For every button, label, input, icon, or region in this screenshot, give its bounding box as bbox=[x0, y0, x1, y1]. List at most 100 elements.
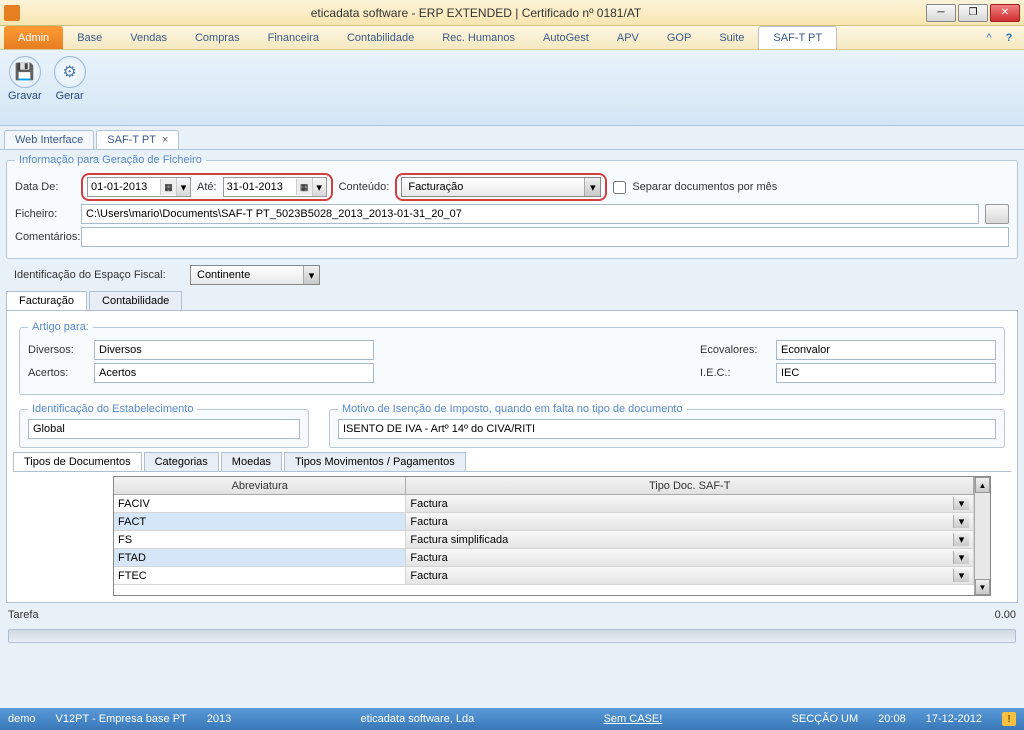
close-tab-icon[interactable]: × bbox=[162, 134, 168, 146]
grid-scrollbar[interactable]: ▲ ▼ bbox=[974, 477, 990, 595]
gear-icon: ⚙ bbox=[54, 56, 86, 88]
cell-tiposaft[interactable]: Factura▾ bbox=[406, 495, 974, 512]
table-row[interactable]: FSFactura simplificada▾ bbox=[114, 531, 974, 549]
save-icon: 💾 bbox=[9, 56, 41, 88]
ate-label: Até: bbox=[197, 181, 217, 193]
cell-tiposaft[interactable]: Factura▾ bbox=[406, 513, 974, 530]
scroll-up-icon[interactable]: ▲ bbox=[975, 477, 990, 493]
table-row[interactable]: FTECFactura▾ bbox=[114, 567, 974, 585]
dropdown-icon[interactable]: ▾ bbox=[953, 551, 969, 564]
diversos-label: Diversos: bbox=[28, 344, 88, 356]
separar-checkbox[interactable] bbox=[613, 181, 626, 194]
maximize-button[interactable]: ❐ bbox=[958, 4, 988, 22]
separar-label: Separar documentos por mês bbox=[632, 181, 777, 193]
estabelecimento-fieldset: Identificação do Estabelecimento bbox=[19, 403, 309, 448]
cell-abreviatura[interactable]: FACIV bbox=[114, 495, 406, 512]
menu-financeira[interactable]: Financeira bbox=[254, 26, 333, 49]
menu-base[interactable]: Base bbox=[63, 26, 116, 49]
grid-col-abreviatura[interactable]: Abreviatura bbox=[114, 477, 406, 495]
cell-abreviatura[interactable]: FTAD bbox=[114, 549, 406, 566]
minimize-button[interactable]: ─ bbox=[926, 4, 956, 22]
scroll-down-icon[interactable]: ▼ bbox=[975, 579, 990, 595]
menu-vendas[interactable]: Vendas bbox=[116, 26, 181, 49]
doctab-webinterface[interactable]: Web Interface bbox=[4, 130, 94, 149]
grid-col-tiposaft[interactable]: Tipo Doc. SAF-T bbox=[406, 477, 974, 495]
expand-icon[interactable]: ^ bbox=[982, 31, 996, 45]
acertos-label: Acertos: bbox=[28, 367, 88, 379]
help-icon[interactable]: ? bbox=[1002, 31, 1016, 45]
menu-admin[interactable]: Admin bbox=[4, 26, 63, 49]
status-time: 20:08 bbox=[878, 713, 906, 725]
datade-label: Data De: bbox=[15, 181, 75, 193]
date-range-highlight: ▦ ▾ Até: ▦ ▾ bbox=[81, 173, 333, 201]
ate-input[interactable]: ▦ ▾ bbox=[223, 177, 327, 197]
status-case-link[interactable]: Sem CASE! bbox=[604, 713, 663, 725]
close-button[interactable]: ✕ bbox=[990, 4, 1020, 22]
menu-apv[interactable]: APV bbox=[603, 26, 653, 49]
cell-tiposaft[interactable]: Factura▾ bbox=[406, 549, 974, 566]
app-logo bbox=[4, 5, 20, 21]
menu-autogest[interactable]: AutoGest bbox=[529, 26, 603, 49]
doctab-saftpt[interactable]: SAF-T PT× bbox=[96, 130, 179, 149]
estabelecimento-legend: Identificação do Estabelecimento bbox=[28, 403, 197, 415]
calendar-icon[interactable]: ▦ bbox=[296, 179, 312, 195]
cell-tiposaft[interactable]: Factura▾ bbox=[406, 567, 974, 584]
motivo-legend: Motivo de Isenção de Imposto, quando em … bbox=[338, 403, 687, 415]
acertos-input[interactable] bbox=[94, 363, 374, 383]
calendar-icon[interactable]: ▦ bbox=[160, 179, 176, 195]
progress-bar bbox=[8, 629, 1016, 643]
task-value: 0.00 bbox=[995, 609, 1016, 627]
subtab-tipos[interactable]: Tipos de Documentos bbox=[13, 452, 142, 471]
datade-input[interactable]: ▦ ▾ bbox=[87, 177, 191, 197]
cell-abreviatura[interactable]: FACT bbox=[114, 513, 406, 530]
cell-tiposaft[interactable]: Factura simplificada▾ bbox=[406, 531, 974, 548]
gravar-button[interactable]: 💾 Gravar bbox=[8, 56, 42, 102]
window-title: eticadata software - ERP EXTENDED | Cert… bbox=[26, 6, 926, 20]
dropdown-icon[interactable]: ▾ bbox=[176, 178, 190, 196]
innertab-facturacao[interactable]: Facturação bbox=[6, 291, 87, 310]
diversos-input[interactable] bbox=[94, 340, 374, 360]
ficheiro-label: Ficheiro: bbox=[15, 208, 75, 220]
comentarios-input[interactable] bbox=[81, 227, 1009, 247]
estabelecimento-input[interactable] bbox=[28, 419, 300, 439]
fiscal-combo[interactable]: Continente ▾ bbox=[190, 265, 320, 285]
warning-icon[interactable]: ! bbox=[1002, 712, 1016, 726]
subtab-movimentos[interactable]: Tipos Movimentos / Pagamentos bbox=[284, 452, 466, 471]
table-row[interactable]: FTADFactura▾ bbox=[114, 549, 974, 567]
subtab-moedas[interactable]: Moedas bbox=[221, 452, 282, 471]
dropdown-icon[interactable]: ▾ bbox=[953, 569, 969, 582]
menu-rechumanos[interactable]: Rec. Humanos bbox=[428, 26, 529, 49]
iec-label: I.E.C.: bbox=[700, 367, 770, 379]
dropdown-icon[interactable]: ▾ bbox=[312, 178, 326, 196]
ficheiro-input[interactable] bbox=[81, 204, 979, 224]
dropdown-icon[interactable]: ▾ bbox=[303, 266, 319, 284]
cell-abreviatura[interactable]: FS bbox=[114, 531, 406, 548]
table-row[interactable]: FACIVFactura▾ bbox=[114, 495, 974, 513]
dropdown-icon[interactable]: ▾ bbox=[953, 515, 969, 528]
browse-button[interactable] bbox=[985, 204, 1009, 224]
fiscal-label: Identificação do Espaço Fiscal: bbox=[14, 269, 184, 281]
geninfo-legend: Informação para Geração de Ficheiro bbox=[15, 154, 206, 166]
status-software: eticadata software, Lda bbox=[361, 713, 475, 725]
subtab-categorias[interactable]: Categorias bbox=[144, 452, 219, 471]
task-label: Tarefa bbox=[8, 609, 39, 627]
dropdown-icon[interactable]: ▾ bbox=[953, 533, 969, 546]
cell-abreviatura[interactable]: FTEC bbox=[114, 567, 406, 584]
table-row[interactable]: FACTFactura▾ bbox=[114, 513, 974, 531]
ecovalores-label: Ecovalores: bbox=[700, 344, 770, 356]
geninfo-fieldset: Informação para Geração de Ficheiro Data… bbox=[6, 154, 1018, 259]
conteudo-combo[interactable]: Facturação ▾ bbox=[401, 177, 601, 197]
motivo-input[interactable] bbox=[338, 419, 996, 439]
dropdown-icon[interactable]: ▾ bbox=[953, 497, 969, 510]
menu-contabilidade[interactable]: Contabilidade bbox=[333, 26, 428, 49]
menu-saftpt[interactable]: SAF-T PT bbox=[758, 26, 837, 49]
menu-compras[interactable]: Compras bbox=[181, 26, 254, 49]
gerar-button[interactable]: ⚙ Gerar bbox=[54, 56, 86, 102]
dropdown-icon[interactable]: ▾ bbox=[584, 178, 600, 196]
status-year: 2013 bbox=[207, 713, 231, 725]
ecovalores-input[interactable] bbox=[776, 340, 996, 360]
iec-input[interactable] bbox=[776, 363, 996, 383]
menu-suite[interactable]: Suite bbox=[705, 26, 758, 49]
innertab-contabilidade[interactable]: Contabilidade bbox=[89, 291, 182, 310]
menu-gop[interactable]: GOP bbox=[653, 26, 705, 49]
